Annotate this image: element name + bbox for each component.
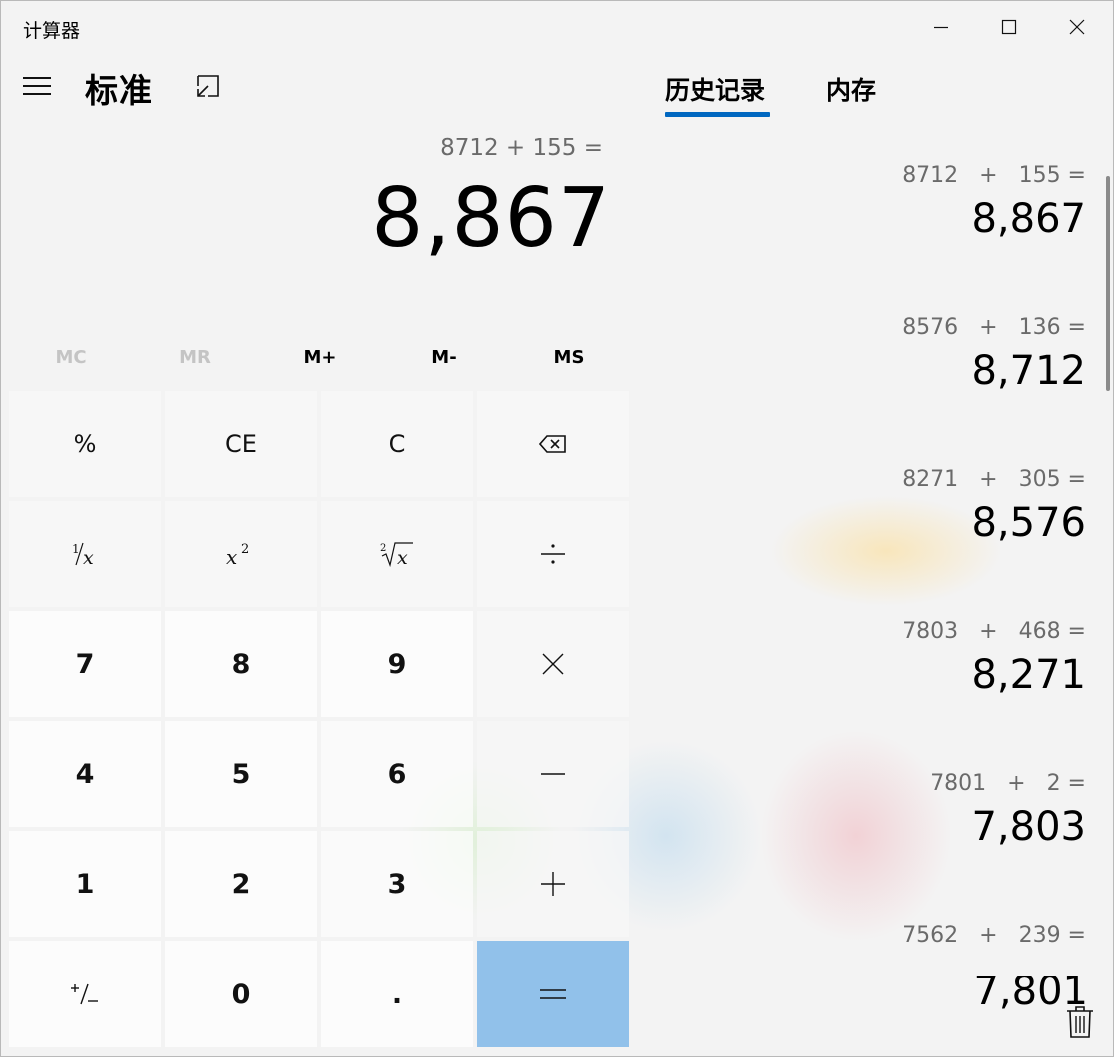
equals-button[interactable]: [477, 941, 629, 1047]
backspace-button[interactable]: [477, 391, 629, 497]
minimize-button[interactable]: [918, 7, 964, 47]
history-result: 8,576: [971, 500, 1086, 546]
clear-button[interactable]: C: [321, 391, 473, 497]
maximize-button[interactable]: [986, 7, 1032, 47]
expression-display: 8712 + 155 =: [440, 135, 603, 161]
equals-icon: [540, 989, 566, 999]
digit-5-button[interactable]: 5: [165, 721, 317, 827]
history-expression: 7562 + 239 =: [902, 923, 1086, 948]
memory-clear-button[interactable]: MC: [9, 339, 133, 375]
history-item[interactable]: 8271 + 305 = 8,576: [902, 467, 1086, 546]
history-item[interactable]: 8576 + 136 = 8,712: [902, 315, 1086, 394]
memory-recall-button[interactable]: MR: [133, 339, 257, 375]
decimal-button[interactable]: .: [321, 941, 473, 1047]
history-expression: 7803 + 468 =: [902, 619, 1086, 644]
keep-on-top-button[interactable]: [193, 71, 223, 101]
calculator-window: 计算器 标准 8712 + 155 = 8,867 MC MR M+ M- MS…: [0, 0, 1114, 1057]
history-item-clipped: 7,801: [636, 976, 1113, 1056]
history-item[interactable]: 7801 + 2 = 7,803: [930, 771, 1086, 850]
reciprocal-icon: 1 x: [72, 542, 94, 569]
digit-1-button[interactable]: 1: [9, 831, 161, 937]
digit-2-button[interactable]: 2: [165, 831, 317, 937]
memory-subtract-button[interactable]: M-: [382, 339, 506, 375]
tab-history[interactable]: 历史记录: [665, 71, 765, 107]
active-tab-indicator: [665, 112, 770, 117]
mode-title: 标准: [85, 71, 153, 110]
digit-0-button[interactable]: 0: [165, 941, 317, 1047]
history-expression: 8271 + 305 =: [902, 467, 1086, 492]
hamburger-icon: [23, 77, 51, 79]
history-item[interactable]: 7562 + 239 =: [902, 923, 1086, 948]
svg-text:1: 1: [72, 542, 80, 556]
digit-7-button[interactable]: 7: [9, 611, 161, 717]
plus-minus-icon: [71, 983, 98, 1005]
reciprocal-button[interactable]: 1 x: [9, 501, 161, 607]
history-item[interactable]: 8712 + 155 = 8,867: [902, 163, 1086, 242]
negate-button[interactable]: [9, 941, 161, 1047]
digit-9-button[interactable]: 9: [321, 611, 473, 717]
svg-text:2: 2: [241, 542, 249, 557]
history-expression: 8712 + 155 =: [902, 163, 1086, 188]
add-button[interactable]: [477, 831, 629, 937]
memory-store-button[interactable]: MS: [507, 339, 631, 375]
title-bar: 计算器: [1, 1, 1113, 53]
divide-icon: [541, 544, 565, 564]
square-icon: x 2: [226, 542, 249, 569]
history-result: 8,867: [971, 196, 1086, 242]
memory-add-button[interactable]: M+: [258, 339, 382, 375]
keep-on-top-icon: [197, 75, 219, 97]
square-root-icon: 2 x: [380, 542, 413, 569]
clear-entry-button[interactable]: CE: [165, 391, 317, 497]
square-root-button[interactable]: 2 x: [321, 501, 473, 607]
multiply-icon: [542, 653, 564, 675]
minus-icon: [541, 773, 565, 775]
trash-icon: [1067, 1006, 1093, 1038]
history-scrollbar[interactable]: [1106, 176, 1110, 391]
history-item[interactable]: 7803 + 468 = 8,271: [902, 619, 1086, 698]
digit-4-button[interactable]: 4: [9, 721, 161, 827]
history-result: 8,271: [971, 652, 1086, 698]
maximize-icon: [1001, 19, 1017, 35]
tab-memory[interactable]: 内存: [826, 71, 876, 107]
digit-8-button[interactable]: 8: [165, 611, 317, 717]
app-title: 计算器: [23, 20, 81, 42]
close-icon: [1069, 19, 1085, 35]
minimize-icon: [934, 26, 948, 29]
svg-text:2: 2: [380, 543, 386, 554]
subtract-button[interactable]: [477, 721, 629, 827]
divide-button[interactable]: [477, 501, 629, 607]
plus-icon: [541, 872, 565, 896]
digit-6-button[interactable]: 6: [321, 721, 473, 827]
percent-button[interactable]: %: [9, 391, 161, 497]
navigation-menu-button[interactable]: [19, 69, 55, 103]
square-button[interactable]: x 2: [165, 501, 317, 607]
svg-text:x: x: [226, 545, 237, 569]
history-expression: 8576 + 136 =: [902, 315, 1086, 340]
result-display: 8,867: [371, 171, 611, 266]
close-button[interactable]: [1054, 7, 1100, 47]
svg-text:x: x: [397, 547, 408, 569]
digit-3-button[interactable]: 3: [321, 831, 473, 937]
history-result: 7,803: [971, 804, 1086, 850]
backspace-icon: [539, 435, 566, 453]
history-expression: 7801 + 2 =: [930, 771, 1086, 796]
history-result: 8,712: [971, 348, 1086, 394]
clear-history-button[interactable]: [1064, 1004, 1096, 1040]
svg-text:x: x: [83, 547, 94, 569]
multiply-button[interactable]: [477, 611, 629, 717]
